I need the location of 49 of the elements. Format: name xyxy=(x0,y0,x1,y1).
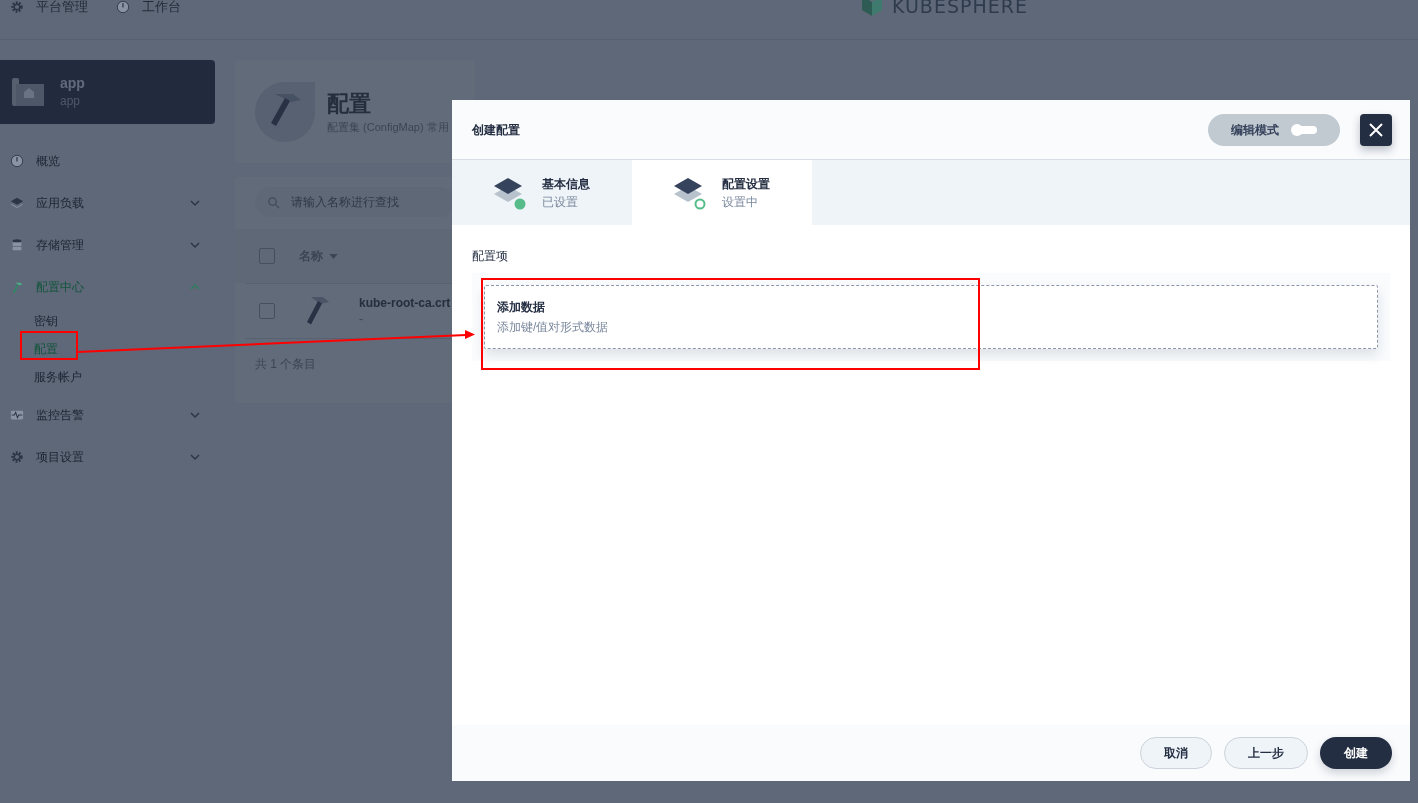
monitor-icon xyxy=(10,408,24,422)
chevron-down-icon xyxy=(189,451,201,463)
chevron-down-icon xyxy=(189,409,201,421)
top-nav-item[interactable]: 平台管理 xyxy=(10,0,88,14)
annotation-box xyxy=(20,331,78,360)
checkbox[interactable] xyxy=(259,303,275,319)
chevron-down-icon xyxy=(189,197,201,209)
dashboard-icon xyxy=(10,154,24,168)
secondary-button[interactable]: 取消 xyxy=(1140,737,1212,769)
project-icon xyxy=(12,76,44,108)
modal-title: 创建配置 xyxy=(472,121,521,139)
sidebar-subitem[interactable]: 服务帐户 xyxy=(34,363,82,391)
sidebar-item[interactable]: 配置中心 xyxy=(0,266,215,308)
add-data-title: 添加数据 xyxy=(497,299,546,316)
create-button[interactable]: 创建 xyxy=(1320,737,1392,769)
logo-icon xyxy=(860,0,884,18)
gear-icon xyxy=(10,0,24,14)
close-button[interactable] xyxy=(1360,113,1392,146)
step-tab[interactable]: 基本信息 已设置 xyxy=(452,160,632,225)
chevron-down-icon xyxy=(189,239,201,251)
close-icon xyxy=(1368,121,1384,138)
checkbox[interactable] xyxy=(259,248,275,264)
sort-icon xyxy=(329,253,338,259)
workspace-name: app xyxy=(60,74,85,92)
section-label: 配置项 xyxy=(472,248,509,265)
layers-icon xyxy=(492,175,526,210)
database-icon xyxy=(10,238,24,252)
gear-icon xyxy=(10,450,24,464)
secondary-button[interactable]: 上一步 xyxy=(1224,737,1308,769)
add-data-description: 添加键/值对形式数据 xyxy=(497,319,610,336)
sidebar-item[interactable]: 概览 xyxy=(0,140,215,182)
top-nav-item[interactable]: 工作台 xyxy=(116,0,181,14)
hammer-icon xyxy=(255,81,315,142)
dashboard-icon xyxy=(116,0,130,14)
sidebar-item[interactable]: 存储管理 xyxy=(0,224,215,266)
search-icon xyxy=(267,196,280,209)
step-tab[interactable]: 配置设置 设置中 xyxy=(632,160,812,225)
hammer-icon xyxy=(10,280,24,294)
config-description: - xyxy=(359,311,364,327)
sidebar-subitem[interactable]: 配置 xyxy=(34,335,58,363)
sidebar-item[interactable]: 应用负载 xyxy=(0,182,215,224)
page-title: 配置 xyxy=(327,89,372,118)
config-name[interactable]: kube-root-ca.crt xyxy=(359,295,451,311)
add-data-card[interactable]: 添加数据 添加键/值对形式数据 xyxy=(484,285,1378,349)
sidebar-subitem[interactable]: 密钥 xyxy=(34,307,58,335)
sidebar-item[interactable]: 监控告警 xyxy=(0,394,215,436)
layers-icon xyxy=(10,196,24,210)
edit-mode-toggle[interactable]: 编辑模式 xyxy=(1208,113,1340,146)
layers-icon xyxy=(672,175,706,210)
